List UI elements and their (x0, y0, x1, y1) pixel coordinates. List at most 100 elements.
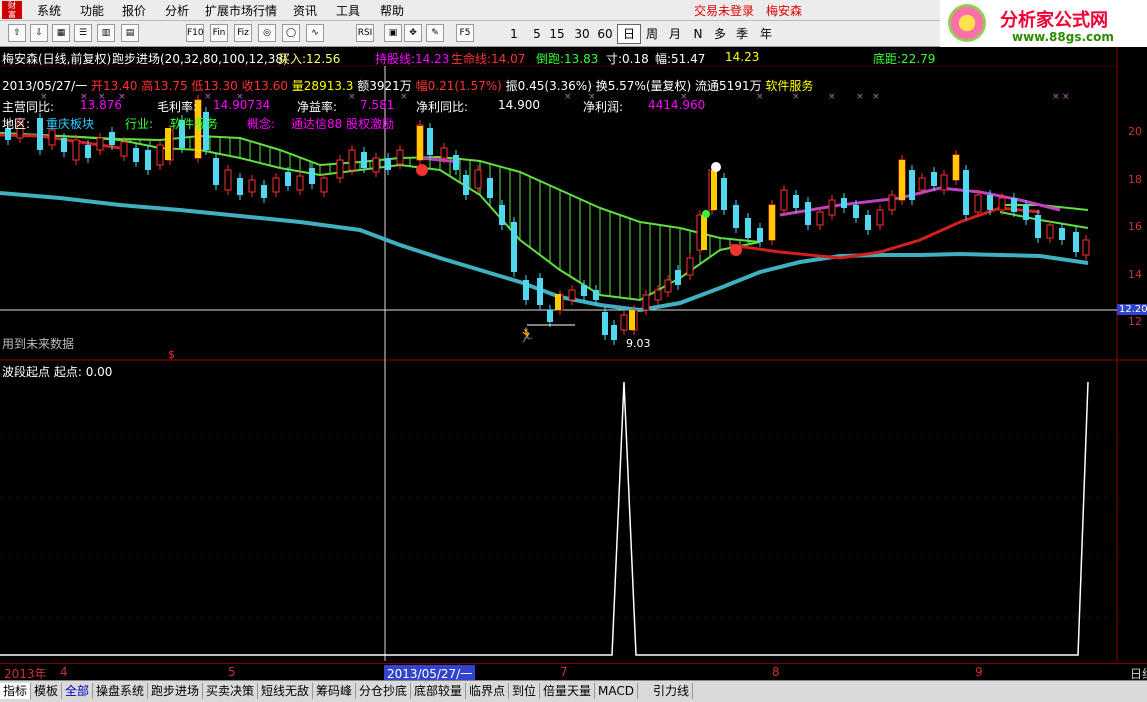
subchart-title: 波段起点 起点: 0.00 (2, 365, 113, 379)
f10-icon[interactable]: F10 (186, 24, 204, 42)
book-icon[interactable]: ▣ (384, 24, 402, 42)
indicator-tab-0[interactable]: 指标 (0, 683, 32, 699)
indicator-tab-7[interactable]: 筹码峰 (313, 683, 357, 699)
down-candle-body (453, 155, 459, 170)
ma-long-line (0, 191, 1089, 313)
period-button-3[interactable]: 30 (570, 24, 594, 44)
down-candle-body (61, 138, 67, 152)
top-marker-icon (711, 162, 721, 172)
down-candle-body (547, 310, 553, 322)
period-button-2[interactable]: 15 (545, 24, 569, 44)
brand-name: 分析家公式网 (1000, 10, 1108, 31)
down-arrow-icon[interactable]: ⇩ (30, 24, 48, 42)
trend-icon[interactable]: ∿ (306, 24, 324, 42)
up-candle-body (72, 139, 80, 161)
indicator-tab-13[interactable]: MACD (595, 683, 638, 699)
down-candle-body (721, 178, 727, 210)
indicator-tab-12[interactable]: 倍量天量 (540, 683, 596, 699)
ribbon-lower-line (0, 132, 761, 302)
period-button-10[interactable]: 季 (730, 24, 754, 44)
period-button-0[interactable]: 1 (502, 24, 526, 44)
down-candle-body (853, 205, 859, 218)
stock-name-label: 梅安森 (766, 4, 803, 18)
up-candle-body (224, 169, 232, 191)
indicator-tab-6[interactable]: 短线无敌 (258, 683, 314, 699)
menu-item-system[interactable]: 系统 (37, 2, 61, 19)
down-candle-body (261, 185, 267, 198)
concept-label: 概念: (247, 117, 276, 131)
period-button-6[interactable]: 周 (640, 24, 664, 44)
marker-x-icon: × (856, 92, 864, 102)
runner-icon: 🏃 (518, 327, 535, 344)
up-arrow-icon[interactable]: ⇧ (8, 24, 26, 42)
chart-icon[interactable]: ▥ (97, 24, 115, 42)
menu-item-news[interactable]: 资讯 (293, 2, 317, 19)
menu-item-extended-market[interactable]: 扩展市场行情 (205, 2, 277, 19)
down-candle-body (213, 158, 219, 185)
up-candle-body (888, 194, 896, 211)
trade-status[interactable]: 交易未登录 (694, 2, 754, 19)
zoom-icon[interactable]: ◎ (258, 24, 276, 42)
bar-date: 2013/05/27/一 (2, 79, 88, 93)
flower-logo-icon (948, 4, 986, 42)
table-icon[interactable]: ▤ (121, 24, 139, 42)
up-candle-body (48, 129, 56, 146)
up-candle-body (96, 137, 104, 151)
grid-icon[interactable]: ▦ (52, 24, 70, 42)
down-candle-body (581, 285, 587, 296)
period-button-11[interactable]: 年 (754, 24, 778, 44)
rev-yoy-value: 13.876 (80, 98, 122, 112)
indicator-tab-10[interactable]: 临界点 (466, 683, 510, 699)
gross-margin-value: 14.90734 (213, 98, 271, 112)
menu-item-help[interactable]: 帮助 (380, 2, 404, 19)
list-icon[interactable]: ☰ (74, 24, 92, 42)
down-candle-body (593, 290, 599, 300)
menu-item-functions[interactable]: 功能 (80, 2, 104, 19)
down-candle-body (487, 178, 493, 198)
sell-marker-icon (416, 164, 428, 176)
date-axis: 2013年 4 5 2013/05/27/一 7 8 9 日线 (0, 663, 1147, 682)
indicator-tab-11[interactable]: 到位 (509, 683, 541, 699)
indicator-tab-14[interactable]: 引力线 (650, 683, 694, 699)
indicator-tab-8[interactable]: 分仓抄底 (356, 683, 412, 699)
period-button-7[interactable]: 月 (663, 24, 687, 44)
rsi-icon[interactable]: RSI (356, 24, 374, 42)
period-button-4[interactable]: 60 (593, 24, 617, 44)
menu-item-analysis[interactable]: 分析 (165, 2, 189, 19)
bar-amount: 额3921万 (357, 79, 412, 93)
pencil-icon[interactable]: ✎ (426, 24, 444, 42)
up-candle-body (664, 279, 672, 293)
price-chart-svg[interactable]: 🏃$× × × × × × × × × × × × × × × × × × (0, 47, 1147, 661)
menu-item-quotes[interactable]: 报价 (122, 2, 146, 19)
indicator-tab-9[interactable]: 底部较量 (411, 683, 467, 699)
indicator-tab-2[interactable]: 全部 (62, 683, 94, 699)
move-icon[interactable]: ✥ (404, 24, 422, 42)
period-button-9[interactable]: 多 (708, 24, 732, 44)
marker-x-icon: × (1062, 92, 1070, 102)
up-candle-body (974, 194, 982, 213)
industry-value: 软件服务 (170, 117, 219, 131)
fin-icon[interactable]: Fin (210, 24, 228, 42)
f5-icon[interactable]: F5 (456, 24, 474, 42)
down-candle-body (757, 228, 763, 242)
indicator-tab-5[interactable]: 买卖决策 (203, 683, 259, 699)
chart-title: 梅安森(日线,前复权) (2, 52, 112, 66)
indicator-tab-1[interactable]: 模板 (31, 683, 63, 699)
marker-x-icon: × (828, 92, 836, 102)
quote-icon[interactable]: Fiz (234, 24, 252, 42)
net-rate-value: 7.581 (360, 98, 395, 112)
chart-area[interactable]: 🏃 $ × × × × × × × × × × × × × × × × × × (0, 47, 1147, 661)
period-button-8[interactable]: N (686, 24, 710, 44)
down-candle-body (931, 172, 937, 186)
bar-close: 收13.60 (241, 79, 288, 93)
menu-item-tools[interactable]: 工具 (336, 2, 360, 19)
period-button-5[interactable]: 日 (617, 24, 641, 44)
bar-open: 开13.40 (91, 79, 138, 93)
up-candle-body (998, 197, 1006, 211)
indicator-tab-3[interactable]: 操盘系统 (93, 683, 149, 699)
rev-yoy-label: 主营同比: (2, 100, 55, 114)
circle-icon[interactable]: ◯ (282, 24, 300, 42)
indicator-tab-4[interactable]: 跑步进场 (148, 683, 204, 699)
price-axis-label: 14 (1128, 268, 1142, 281)
signal-candle-body (899, 160, 905, 200)
